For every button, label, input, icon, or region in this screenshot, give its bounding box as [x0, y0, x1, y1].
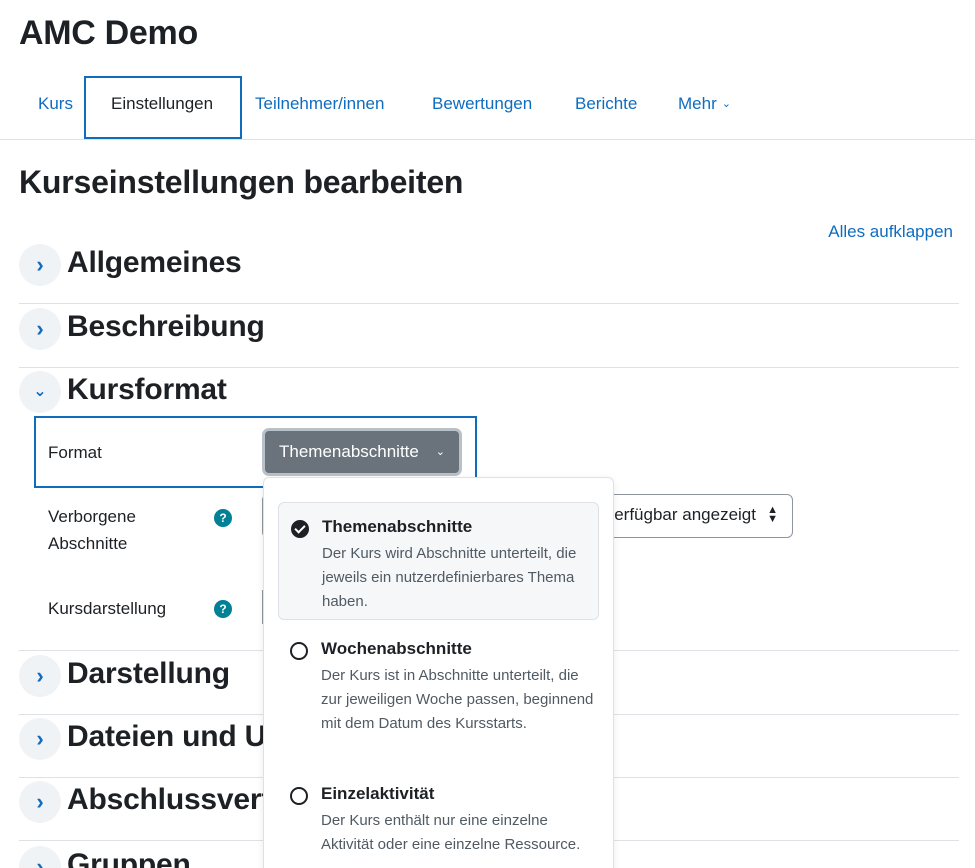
chevron-right-icon[interactable]: ›: [19, 308, 61, 350]
format-option-themen[interactable]: Themenabschnitte Der Kurs wird Abschnitt…: [278, 502, 599, 620]
nav-mehr-label: Mehr: [678, 94, 717, 113]
section-title: Gruppen: [67, 848, 191, 868]
expand-all-link[interactable]: Alles aufklappen: [828, 222, 953, 242]
chevron-down-icon: ⌄: [721, 98, 731, 110]
nav-mehr[interactable]: Mehr ⌄: [678, 94, 731, 114]
course-title: AMC Demo: [19, 14, 198, 52]
format-option-wochen[interactable]: Wochenabschnitte Der Kurs ist in Abschni…: [278, 636, 599, 760]
format-select[interactable]: Themenabschnitte ⌄: [262, 428, 462, 476]
nav-einstellungen[interactable]: Einstellungen: [111, 94, 213, 114]
chevron-right-icon[interactable]: ›: [19, 781, 61, 823]
section-allgemeines[interactable]: › Allgemeines: [19, 240, 959, 304]
format-select-value: Themenabschnitte: [279, 442, 419, 461]
chevron-right-icon[interactable]: ›: [19, 655, 61, 697]
nav-kurs[interactable]: Kurs: [38, 94, 73, 114]
sort-updown-icon: ▲ ▼: [767, 504, 778, 525]
check-radio-icon: [291, 520, 309, 538]
option-description: Der Kurs wird Abschnitte unterteilt, die…: [322, 545, 577, 610]
radio-icon: [290, 642, 308, 660]
course-layout-label: Kursdarstellung: [48, 599, 167, 618]
section-title: Darstellung: [67, 657, 230, 690]
section-title: Beschreibung: [67, 310, 265, 343]
chevron-down-icon: ⌄: [435, 446, 445, 458]
format-label: Format: [48, 443, 102, 462]
option-title: Einzelaktivität: [321, 784, 435, 803]
hidden-sections-value: erfügbar angezeigt: [614, 505, 756, 524]
section-title: Allgemeines: [67, 246, 242, 279]
chevron-right-icon[interactable]: ›: [19, 846, 61, 868]
radio-icon: [290, 787, 308, 805]
section-title: Kursformat: [67, 373, 227, 406]
nav-bewertungen[interactable]: Bewertungen: [432, 94, 532, 114]
hidden-sections-label: Verborgene Abschnitte: [48, 507, 136, 553]
format-dropdown-menu: Themenabschnitte Der Kurs wird Abschnitt…: [263, 477, 614, 868]
page-title: Kurseinstellungen bearbeiten: [19, 164, 464, 200]
help-icon[interactable]: ?: [214, 509, 232, 527]
section-beschreibung[interactable]: › Beschreibung: [19, 304, 959, 368]
option-title: Themenabschnitte: [322, 517, 473, 536]
option-description: Der Kurs enthält nur eine einzelne Aktiv…: [321, 812, 581, 853]
option-description: Der Kurs ist in Abschnitte unterteilt, d…: [321, 667, 594, 732]
option-title: Wochenabschnitte: [321, 639, 472, 658]
section-title: Abschlussvert: [67, 783, 272, 816]
format-option-einzel[interactable]: Einzelaktivität Der Kurs enthält nur ein…: [278, 781, 599, 861]
section-title: Dateien und U: [67, 720, 267, 753]
help-icon[interactable]: ?: [214, 600, 232, 618]
chevron-down-icon[interactable]: ⌄: [19, 371, 61, 413]
nav-teilnehmer[interactable]: Teilnehmer/innen: [255, 94, 384, 114]
nav-berichte[interactable]: Berichte: [575, 94, 637, 114]
chevron-right-icon[interactable]: ›: [19, 718, 61, 760]
chevron-right-icon[interactable]: ›: [19, 244, 61, 286]
course-nav: Kurs Einstellungen Teilnehmer/innen Bewe…: [0, 76, 975, 140]
